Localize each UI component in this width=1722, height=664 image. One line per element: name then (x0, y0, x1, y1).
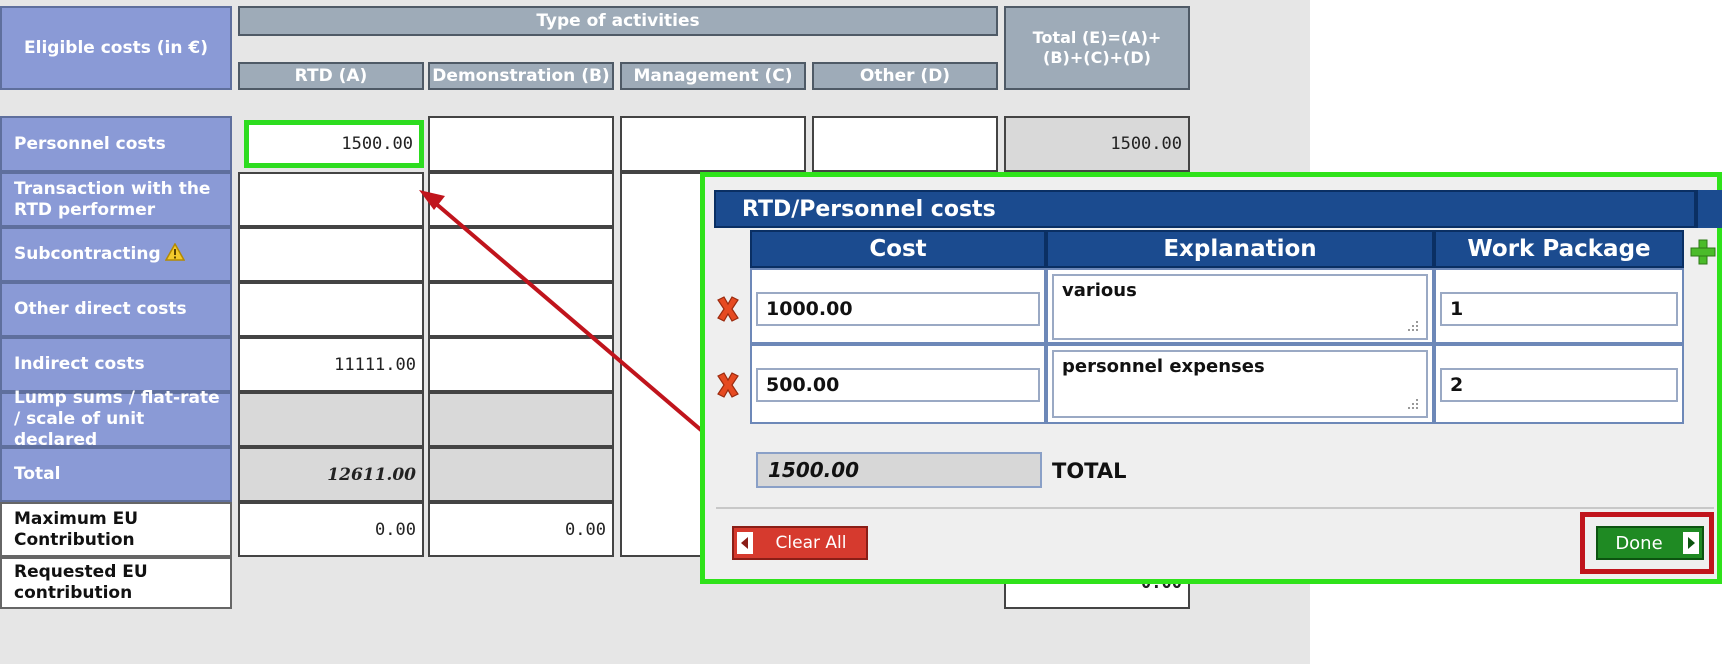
add-row-icon[interactable] (1690, 238, 1716, 266)
popup-divider (716, 507, 1714, 509)
cost-input[interactable]: 500.00 (756, 368, 1040, 402)
input-value: 500.00 (766, 374, 840, 396)
done-button[interactable]: Done (1596, 526, 1704, 560)
work-package-input[interactable]: 2 (1440, 368, 1678, 402)
explanation-textarea[interactable]: personnel expenses (1052, 350, 1428, 418)
input-value: 1000.00 (766, 298, 853, 320)
popup-title-bar: RTD/Personnel costs (714, 190, 1696, 228)
arrow-right-icon (1683, 532, 1699, 554)
input-value: 1 (1450, 298, 1464, 320)
total-value: 1500.00 (768, 458, 860, 482)
popup-col-label: Work Package (1467, 236, 1651, 262)
popup-col-label: Explanation (1163, 236, 1317, 262)
explanation-textarea[interactable]: various (1052, 274, 1428, 340)
done-label: Done (1615, 532, 1663, 554)
popup-header-cost: Cost (750, 230, 1046, 268)
input-value: 2 (1450, 374, 1464, 396)
total-field: 1500.00 (756, 452, 1042, 488)
popup-header-work-package: Work Package (1434, 230, 1684, 268)
textarea-value: personnel expenses (1062, 356, 1265, 377)
clear-all-label: Clear All (775, 533, 847, 553)
resize-grip-icon[interactable] (1406, 397, 1420, 411)
popup-header-explanation: Explanation (1046, 230, 1434, 268)
clear-all-button[interactable]: Clear All (732, 526, 868, 560)
resize-grip-icon[interactable] (1406, 319, 1420, 333)
textarea-value: various (1062, 280, 1137, 301)
popup-title: RTD/Personnel costs (742, 196, 996, 222)
total-label: TOTAL (1052, 456, 1127, 486)
work-package-input[interactable]: 1 (1440, 292, 1678, 326)
delete-row-icon[interactable] (714, 294, 742, 324)
cost-input[interactable]: 1000.00 (756, 292, 1040, 326)
delete-row-icon[interactable] (714, 370, 742, 400)
popup-col-label: Cost (869, 236, 927, 262)
total-label-text: TOTAL (1052, 459, 1127, 483)
popup-title-right-cap (1696, 190, 1722, 228)
arrow-left-icon (737, 532, 753, 554)
